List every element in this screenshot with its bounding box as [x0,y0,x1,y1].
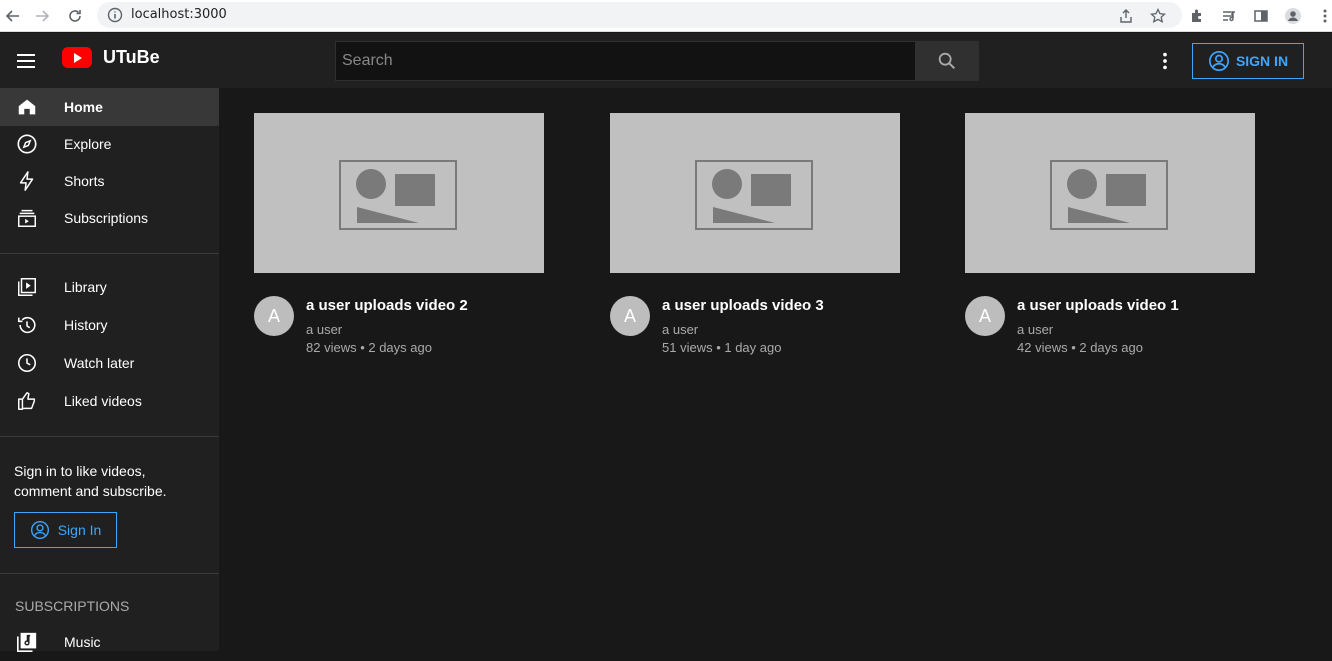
star-icon[interactable] [1147,5,1169,27]
video-title[interactable]: a user uploads video 2 [306,297,468,314]
back-icon[interactable] [2,5,24,27]
channel-name[interactable]: a user [1017,322,1053,337]
image-placeholder-icon [339,160,457,230]
search-input[interactable] [335,41,916,81]
search-icon [938,52,956,70]
account-circle-icon [30,521,49,539]
sign-in-label: Sign In [57,522,102,538]
sidebar-item-explore[interactable]: Explore [0,125,219,163]
compass-icon [16,133,38,155]
chrome-menu-icon[interactable] [1314,5,1332,27]
browser-toolbar: localhost:3000 [0,0,1332,32]
sidebar-item-home[interactable]: Home [0,88,219,126]
video-title[interactable]: a user uploads video 1 [1017,297,1179,314]
sidebar-item-label: Home [64,99,103,115]
sidebar-item-shorts[interactable]: Shorts [0,162,219,200]
profile-icon[interactable] [1282,5,1304,27]
forward-icon[interactable] [31,5,53,27]
url-text: localhost:3000 [131,7,227,22]
avatar[interactable]: A [965,296,1005,336]
reading-list-icon[interactable] [1218,5,1240,27]
hamburger-menu-icon[interactable] [14,49,38,73]
video-card[interactable]: A a user uploads video 1 a user 42 views… [965,113,1255,355]
logo[interactable]: UTuBe [62,47,160,68]
sidebar-item-label: Watch later [64,355,135,371]
sidebar-item-label: Explore [64,136,112,152]
divider [0,573,219,574]
subscriptions-heading: SUBSCRIPTIONS [15,598,130,614]
video-thumbnail[interactable] [965,113,1255,273]
video-meta: 51 views • 1 day ago [662,340,782,355]
sidebar-item-label: Subscriptions [64,210,149,226]
address-bar[interactable]: localhost:3000 [97,2,1182,28]
divider [0,253,219,254]
app-header: UTuBe SIGN IN [0,33,1332,88]
brand-name: UTuBe [103,47,160,67]
play-logo-icon [62,47,92,68]
sidebar-item-label: Library [64,279,107,295]
video-thumbnail[interactable] [610,113,900,273]
thumb-up-icon [16,390,38,412]
image-placeholder-icon [1050,160,1168,230]
video-thumbnail[interactable] [254,113,544,273]
video-title[interactable]: a user uploads video 3 [662,297,824,314]
video-meta: 82 views • 2 days ago [306,340,432,355]
account-circle-icon [1208,51,1229,71]
home-icon [16,96,38,118]
video-grid: A a user uploads video 2 a user 82 views… [229,88,1332,651]
subscriptions-icon [16,207,38,229]
sidebar-item-library[interactable]: Library [0,268,219,306]
channel-name[interactable]: a user [306,322,342,337]
video-card[interactable]: A a user uploads video 2 a user 82 views… [254,113,544,355]
sign-in-button[interactable]: SIGN IN [1192,43,1304,79]
sidebar-item-label: Music [64,634,101,650]
sidebar-item-watch-later[interactable]: Watch later [0,344,219,382]
bolt-icon [16,170,38,192]
sign-in-label: SIGN IN [1235,53,1289,69]
sidebar-item-liked-videos[interactable]: Liked videos [0,382,219,420]
search-button[interactable] [915,41,979,81]
music-icon [16,631,38,653]
info-icon[interactable] [107,7,123,23]
sidebar-item-label: Liked videos [64,393,142,409]
library-icon [16,276,38,298]
share-icon[interactable] [1115,5,1137,27]
channel-name[interactable]: a user [662,322,698,337]
avatar[interactable]: A [254,296,294,336]
reload-icon[interactable] [64,5,86,27]
extensions-icon[interactable] [1186,5,1208,27]
avatar[interactable]: A [610,296,650,336]
sidebar-sign-in-button[interactable]: Sign In [14,512,117,548]
history-icon [16,314,38,336]
sidebar: Home Explore Shorts Subscriptions Librar… [0,88,219,652]
image-placeholder-icon [695,160,813,230]
sign-in-prompt: Sign in to like videos, comment and subs… [14,463,167,499]
divider [0,436,219,437]
sidebar-item-label: History [64,317,108,333]
video-card[interactable]: A a user uploads video 3 a user 51 views… [610,113,900,355]
sidebar-item-history[interactable]: History [0,306,219,344]
video-meta: 42 views • 2 days ago [1017,340,1143,355]
sidebar-item-subscriptions[interactable]: Subscriptions [0,199,219,237]
clock-icon [16,352,38,374]
side-panel-icon[interactable] [1250,5,1272,27]
sidebar-item-music[interactable]: Music [0,623,219,661]
sidebar-item-label: Shorts [64,173,105,189]
more-options-icon[interactable] [1154,49,1176,73]
